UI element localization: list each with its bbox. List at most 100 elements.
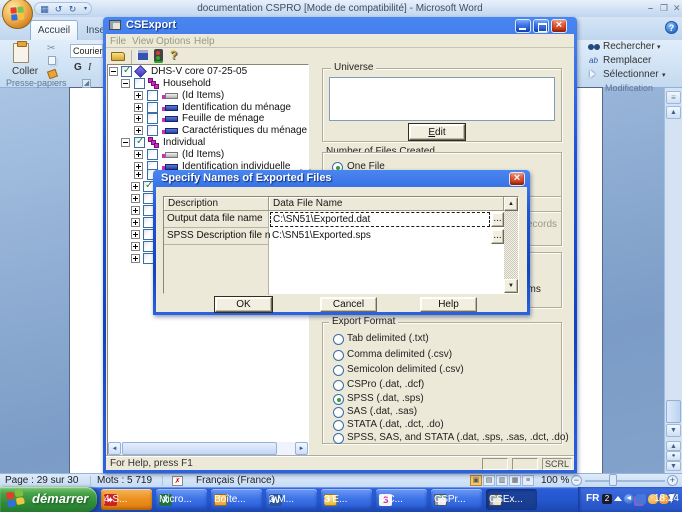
radio-semicolon-delimited[interactable] [333,365,344,376]
group-dropdown-icon[interactable] [324,495,331,504]
taskbar-button-inbox[interactable]: Boîte... [211,489,262,510]
open-file-icon[interactable] [111,52,125,61]
help-button[interactable]: Help [420,297,477,312]
redo-icon[interactable]: ↻ [67,4,78,15]
tray-icon-2[interactable]: 2 [602,494,612,504]
select-dropdown-icon[interactable]: ▾ [662,71,666,79]
proofing-status-icon[interactable]: ✗ [172,476,183,486]
find-button[interactable]: Rechercher [603,41,655,52]
hide-icons-chevron-icon[interactable] [614,496,622,501]
cancel-button[interactable]: Cancel [320,297,377,312]
universe-textarea[interactable] [329,77,555,121]
clock[interactable]: 18:24 [654,493,679,504]
expand-icon[interactable] [131,242,140,251]
csexport-close-button[interactable] [551,19,567,33]
expand-icon[interactable] [131,218,140,227]
scroll-left-icon[interactable]: ◄ [108,442,121,455]
data-file-name-cell[interactable]: C:\SN51\Exported.sps [270,229,490,244]
tree-checkbox[interactable] [147,102,158,113]
tree-horizontal-scrollbar[interactable]: ◄ ► [108,442,308,455]
expand-icon[interactable] [134,170,143,179]
expand-icon[interactable] [131,182,140,191]
collapse-icon[interactable] [109,67,118,76]
zoom-in-icon[interactable]: + [667,475,678,486]
scroll-down-icon[interactable]: ▼ [666,424,681,437]
menu-file[interactable]: File [110,36,126,47]
browse-button[interactable]: ... [491,212,504,227]
page-count-status[interactable]: Page : 29 sur 30 [5,475,78,487]
radio-label[interactable]: SAS (.dat, .sas) [347,406,417,418]
replace-button[interactable]: Remplacer [603,55,651,66]
bold-button[interactable]: G [74,62,82,73]
taskbar-button-csexport[interactable]: CSEx... [486,489,537,510]
word-close-button[interactable]: ✕ [673,3,681,14]
scroll-up-icon[interactable]: ▲ [666,106,681,119]
qat-customize-icon[interactable]: ▾ [80,4,91,15]
expand-icon[interactable] [131,194,140,203]
word-restore-button[interactable]: ❐ [660,3,668,14]
tree-item-label[interactable]: DHS-V core 07-25-05 [151,66,247,77]
radio-label[interactable]: Tab delimited (.txt) [347,333,429,345]
scroll-track[interactable] [504,211,518,279]
word-minimize-button[interactable]: – [648,3,653,13]
scroll-thumb[interactable] [666,400,681,423]
expand-icon[interactable] [134,103,143,112]
paste-button[interactable]: Coller [4,41,42,80]
view-draft-icon[interactable]: ≡ [522,475,534,486]
zoom-slider-track[interactable] [585,480,665,482]
table-scrollbar[interactable]: ▲ ▼ [504,197,518,293]
word-help-icon[interactable]: ? [665,21,678,34]
radio-label[interactable]: Comma delimited (.csv) [347,349,452,361]
scroll-thumb[interactable] [122,442,277,455]
clipboard-dialog-launcher-icon[interactable]: ◢ [82,79,91,88]
csexport-restore-button[interactable] [533,19,549,33]
menu-help[interactable]: Help [194,36,215,47]
cut-icon[interactable]: ✂ [47,43,55,54]
taskbar-button-cspro-designer[interactable]: CSPr... [431,489,482,510]
radio-comma-delimited[interactable] [333,350,344,361]
edit-universe-button[interactable]: Edit [408,123,466,141]
radio-tab-delimited[interactable] [333,334,344,345]
data-file-name-input[interactable]: C:\SN51\Exported.dat [270,212,490,227]
taskbar-button-explorer-group[interactable]: 3 E... [321,489,372,510]
view-fullscreen-icon[interactable]: ▤ [483,475,495,486]
radio-sas[interactable] [333,407,344,418]
menu-view[interactable]: View [132,36,154,47]
expand-icon[interactable] [134,91,143,100]
font-name-combo[interactable]: Courier [70,44,103,58]
tree-item-label[interactable]: (Id Items) [182,90,224,101]
help-icon[interactable]: ? [170,48,177,62]
language-indicator[interactable]: FR [586,493,599,504]
select-browse-object-icon[interactable]: ● [666,451,681,461]
radio-stata[interactable] [333,420,344,431]
save-icon[interactable] [136,50,148,62]
tree-item-label[interactable]: Feuille de ménage [182,113,264,124]
tree-item-label[interactable]: Individual [163,137,205,148]
radio-label[interactable]: CSPro (.dat, .dcf) [347,379,424,391]
radio-spss[interactable] [333,394,344,405]
browse-button[interactable]: ... [491,229,504,244]
tree-item-label[interactable]: Household [163,78,211,89]
expand-icon[interactable] [131,206,140,215]
zoom-out-icon[interactable]: − [571,475,582,486]
radio-spss-sas-stata[interactable] [333,433,344,444]
radio-label[interactable]: Semicolon delimited (.csv) [347,364,464,376]
ruler-toggle-icon[interactable]: ≡ [666,91,681,104]
tree-item-label[interactable]: Identification du ménage [182,102,291,113]
previous-page-icon[interactable]: ▲ [666,441,681,451]
scroll-right-icon[interactable]: ► [295,442,308,455]
group-dropdown-icon[interactable] [269,495,276,504]
tree-checkbox[interactable] [134,78,145,89]
view-web-icon[interactable]: ▥ [496,475,508,486]
collapse-icon[interactable] [121,79,130,88]
save-icon[interactable]: ▦ [39,4,50,15]
group-dropdown-icon[interactable] [379,495,386,504]
find-dropdown-icon[interactable]: ▾ [657,43,661,51]
italic-button[interactable]: I [88,62,91,73]
language-bar-icon[interactable]: ◄ [624,494,634,504]
undo-icon[interactable]: ↺ [53,4,64,15]
tree-checkbox[interactable] [121,65,132,77]
taskbar-button-cspro-group[interactable]: S 2 C... [376,489,427,510]
collapse-icon[interactable] [121,138,130,147]
ok-button[interactable]: OK [214,296,273,313]
